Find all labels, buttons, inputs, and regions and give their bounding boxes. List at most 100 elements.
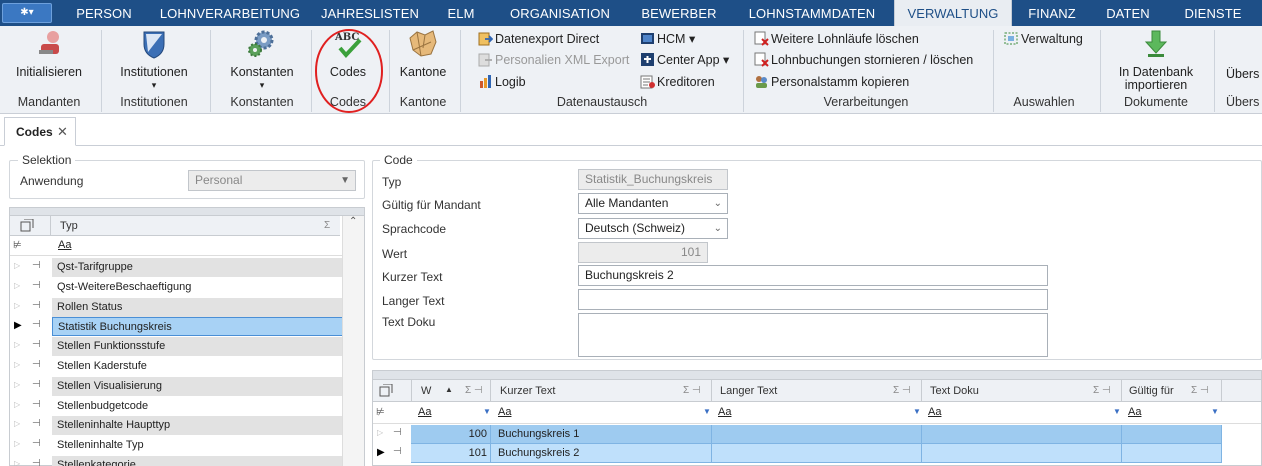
- pin-icon[interactable]: ⊣: [393, 427, 402, 438]
- tab-lohnverarbeitung[interactable]: LOHNVERARBEITUNG: [150, 0, 310, 26]
- gueltig-filter-input[interactable]: Aa: [1128, 406, 1141, 418]
- row-expander: ▷: [14, 280, 21, 290]
- anwendung-select[interactable]: Personal ▼: [188, 170, 356, 191]
- sprachcode-label: Sprachcode: [382, 222, 447, 236]
- tab-bewerber[interactable]: BEWERBER: [628, 0, 730, 26]
- map-icon: [409, 30, 437, 57]
- tab-finanz[interactable]: FINANZ: [1016, 0, 1088, 26]
- pin-icon[interactable]: ⊣: [32, 438, 41, 449]
- mandant-label: Gültig für Mandant: [382, 198, 481, 212]
- langer-text-filter-input[interactable]: Aa: [718, 406, 731, 418]
- institutionen-button[interactable]: Institutionen ▾: [108, 28, 200, 92]
- pin-icon[interactable]: ⊣: [32, 319, 41, 330]
- typ-label: Typ: [382, 175, 402, 189]
- close-icon[interactable]: ✕: [57, 118, 68, 146]
- wert-label: Wert: [382, 247, 408, 261]
- typ-cell: Stelleninhalte Typ: [52, 436, 342, 456]
- w-filter-input[interactable]: Aa: [418, 406, 431, 418]
- pin-icon[interactable]: ⊣: [32, 300, 41, 311]
- langer-text-column-header[interactable]: Langer Text: [720, 385, 777, 397]
- app-menu-button[interactable]: ✱▾: [2, 3, 52, 23]
- pin-icon[interactable]: ⊣: [32, 359, 41, 370]
- pin-icon[interactable]: ⊣: [32, 418, 41, 429]
- typ-cell: Stellen Kaderstufe: [52, 357, 342, 376]
- text-doku-field[interactable]: [578, 313, 1048, 357]
- uebersicht-button[interactable]: Übers: [1226, 65, 1259, 83]
- sprachcode-select[interactable]: Deutsch (Schweiz) ⌄: [578, 218, 728, 239]
- weitere-lohnlaeufe-loeschen-button[interactable]: Weitere Lohnläufe löschen: [754, 30, 919, 48]
- kurzer-text-field[interactable]: Buchungskreis 2: [578, 265, 1048, 286]
- document-tab-bar: [0, 114, 1262, 146]
- tab-person[interactable]: PERSON: [62, 0, 146, 26]
- typ-row[interactable]: ▷ ⊣ Stelleninhalte Haupttyp: [10, 416, 342, 436]
- codes-document-tab[interactable]: Codes ✕: [4, 117, 76, 146]
- code-grid-rows: ▷ ⊣ 100 Buchungskreis 1 ▶ ⊣ 101 Buchungskreis 2: [373, 425, 1261, 466]
- kreditoren-icon: [640, 75, 655, 89]
- typ-cell: Stellenbudgetcode: [52, 396, 342, 416]
- code-row[interactable]: ▷ ⊣ 100 Buchungskreis 1: [373, 425, 1261, 444]
- typ-cell: Statistik Buchungskreis: [52, 317, 342, 337]
- typ-row[interactable]: ▷ ⊣ Stellen Visualisierung: [10, 376, 342, 396]
- pin-icon[interactable]: ⊣: [32, 458, 41, 466]
- verwaltung-auswahl-button[interactable]: Verwaltung: [1004, 30, 1083, 48]
- tab-dienste[interactable]: DIENSTE: [1168, 0, 1258, 26]
- column-chooser-icon[interactable]: [20, 219, 34, 232]
- pin-icon[interactable]: ⊣: [32, 260, 41, 271]
- logib-button[interactable]: Logib: [478, 73, 526, 91]
- wert-field[interactable]: 101: [578, 242, 708, 263]
- lohnbuchungen-stornieren-button[interactable]: Lohnbuchungen stornieren / löschen: [754, 51, 973, 69]
- typ-row[interactable]: ▷ ⊣ Stellen Funktionsstufe: [10, 337, 342, 357]
- tab-jahreslisten[interactable]: JAHRESLISTEN: [314, 0, 426, 26]
- tab-verwaltung[interactable]: VERWALTUNG: [894, 0, 1012, 26]
- gueltig-fuer-column-header[interactable]: Gültig für: [1129, 385, 1174, 397]
- row-expander: ▷: [377, 428, 384, 437]
- pin-icon[interactable]: ⊣: [32, 379, 41, 390]
- center-app-dropdown[interactable]: Center App ▾: [640, 51, 729, 69]
- konstanten-button[interactable]: Konstanten ▾: [218, 28, 306, 92]
- typ-grid-scrollbar[interactable]: ⌃: [342, 216, 364, 466]
- row-expander: ▷: [14, 300, 21, 310]
- kurzer-text-column-header[interactable]: Kurzer Text: [500, 385, 555, 397]
- typ-row[interactable]: ▷ ⊣ Stelleninhalte Typ: [10, 436, 342, 456]
- typ-column-header[interactable]: Typ: [60, 220, 78, 232]
- typ-row[interactable]: ▷ ⊣ Stellenkategorie: [10, 456, 342, 466]
- w-column-header[interactable]: W: [421, 385, 431, 397]
- column-chooser-icon[interactable]: [379, 384, 393, 397]
- tab-organisation[interactable]: ORGANISATION: [496, 0, 624, 26]
- pin-icon[interactable]: ⊣: [32, 280, 41, 291]
- personalien-xml-export-button[interactable]: Personalien XML Export: [478, 51, 629, 69]
- code-legend: Code: [380, 153, 417, 167]
- typ-row[interactable]: ▷ ⊣ Qst-WeitereBeschaeftigung: [10, 277, 342, 297]
- tab-elm[interactable]: ELM: [430, 0, 492, 26]
- initialize-icon: [39, 31, 59, 54]
- initialisieren-button[interactable]: Initialisieren: [6, 28, 92, 79]
- typ-row[interactable]: ▷ ⊣ Qst-Tarifgruppe: [10, 258, 342, 277]
- typ-row[interactable]: ▷ ⊣ Stellenbudgetcode: [10, 396, 342, 416]
- typ-row[interactable]: ▷ ⊣ Stellen Kaderstufe: [10, 357, 342, 376]
- kantone-button[interactable]: Kantone: [392, 28, 454, 79]
- typ-field[interactable]: Statistik_Buchungskreis: [578, 169, 728, 190]
- tab-daten[interactable]: DATEN: [1092, 0, 1164, 26]
- text-doku-filter-input[interactable]: Aa: [928, 406, 941, 418]
- kreditoren-button[interactable]: Kreditoren: [640, 73, 715, 91]
- pin-icon[interactable]: ⊣: [32, 399, 41, 410]
- typ-row[interactable]: ▷ ⊣ Rollen Status: [10, 297, 342, 317]
- typ-row[interactable]: ▶ ⊣ Statistik Buchungskreis: [10, 317, 342, 337]
- import-icon: [1144, 30, 1168, 57]
- datenexport-direct-button[interactable]: Datenexport Direct: [478, 30, 599, 48]
- hcm-dropdown[interactable]: HCM ▾: [640, 30, 695, 48]
- typ-filter-input[interactable]: Aa: [58, 239, 71, 251]
- menu-bar: ✱▾ PERSON LOHNVERARBEITUNG JAHRESLISTEN …: [0, 0, 1262, 26]
- langer-text-field[interactable]: [578, 289, 1048, 310]
- langer-text-label: Langer Text: [382, 294, 445, 308]
- text-doku-column-header[interactable]: Text Doku: [930, 385, 979, 397]
- code-row[interactable]: ▶ ⊣ 101 Buchungskreis 2: [373, 444, 1261, 463]
- selection-icon: [1004, 32, 1018, 45]
- in-datenbank-importieren-button[interactable]: In Datenbank importieren: [1106, 28, 1206, 92]
- pin-icon[interactable]: ⊣: [32, 339, 41, 350]
- kurzer-text-filter-input[interactable]: Aa: [498, 406, 511, 418]
- personalstamm-kopieren-button[interactable]: Personalstamm kopieren: [754, 73, 909, 91]
- pin-icon[interactable]: ⊣: [393, 446, 402, 457]
- tab-lohnstammdaten[interactable]: LOHNSTAMMDATEN: [734, 0, 890, 26]
- mandant-select[interactable]: Alle Mandanten ⌄: [578, 193, 728, 214]
